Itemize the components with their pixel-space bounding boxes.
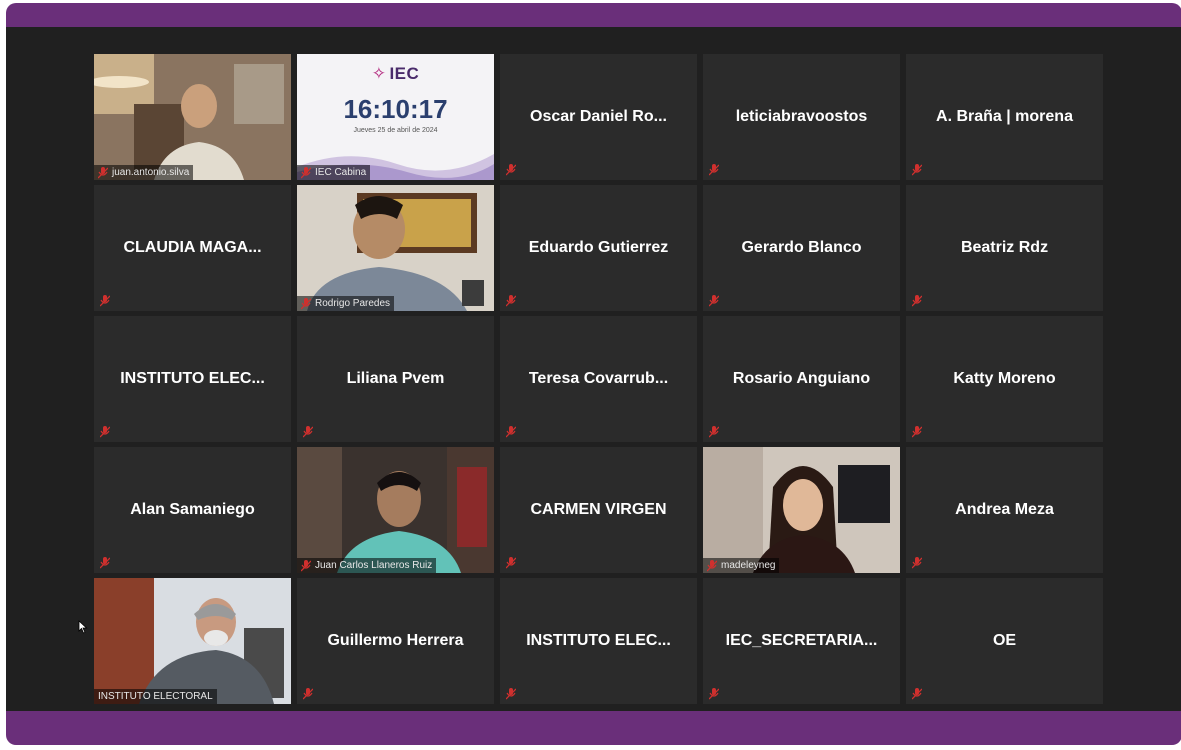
participant-name-label: IEC Cabina xyxy=(297,165,371,180)
participant-name: Guillermo Herrera xyxy=(327,632,464,649)
participant-name: OE xyxy=(992,632,1017,649)
participant-name: INSTITUTO ELEC... xyxy=(526,632,671,649)
participant-tile[interactable]: Teresa Covarrub... xyxy=(500,316,697,442)
microphone-muted-icon xyxy=(506,688,516,700)
participant-tile[interactable]: CARMEN VIRGEN xyxy=(500,447,697,573)
participant-name: Alan Samaniego xyxy=(130,501,255,518)
microphone-muted-icon xyxy=(301,298,311,310)
microphone-muted-icon xyxy=(98,167,108,179)
participant-video xyxy=(94,54,291,180)
participant-name: Rodrigo Paredes xyxy=(315,298,391,309)
participant-name: Eduardo Gutierrez xyxy=(528,239,669,256)
microphone-muted-icon xyxy=(301,167,311,179)
microphone-muted-icon xyxy=(100,295,110,307)
participant-name: IEC_SECRETARIA... xyxy=(725,632,878,649)
microphone-muted-icon xyxy=(303,426,313,438)
participant-name: Andrea Meza xyxy=(955,501,1054,518)
participant-name: INSTITUTO ELEC... xyxy=(120,370,265,387)
participant-name: Oscar Daniel Ro... xyxy=(530,108,667,125)
participant-name: Rosario Anguiano xyxy=(732,370,871,387)
participant-tile[interactable]: Gerardo Blanco xyxy=(703,185,900,311)
participant-tile[interactable]: OE xyxy=(906,578,1103,704)
clock-date: Jueves 25 de abril de 2024 xyxy=(353,127,438,134)
participant-tile[interactable]: Liliana Pvem xyxy=(297,316,494,442)
participant-name: IEC Cabina xyxy=(315,167,367,178)
microphone-muted-icon xyxy=(301,560,311,572)
participant-name: Katty Moreno xyxy=(953,370,1056,387)
iec-logo-text: IEC xyxy=(389,64,420,83)
participant-tile[interactable]: IEC_SECRETARIA... xyxy=(703,578,900,704)
participant-name-label: INSTITUTO ELECTORAL xyxy=(94,689,217,704)
participant-name: Gerardo Blanco xyxy=(741,239,862,256)
participant-video xyxy=(703,447,900,573)
participant-tile[interactable]: CLAUDIA MAGA... xyxy=(94,185,291,311)
participant-video xyxy=(297,447,494,573)
microphone-muted-icon xyxy=(912,164,922,176)
microphone-muted-icon xyxy=(506,426,516,438)
participant-video xyxy=(94,578,291,704)
microphone-muted-icon xyxy=(912,426,922,438)
participant-tile[interactable]: Oscar Daniel Ro... xyxy=(500,54,697,180)
mouse-pointer-icon xyxy=(78,620,88,634)
microphone-muted-icon xyxy=(100,557,110,569)
microphone-muted-icon xyxy=(506,557,516,569)
participant-name-label: juan.antonio.silva xyxy=(94,165,194,180)
participant-name-label: Rodrigo Paredes xyxy=(297,296,395,311)
participant-tile[interactable]: INSTITUTO ELEC... xyxy=(94,316,291,442)
participant-name: madeleyneg xyxy=(721,560,776,571)
participant-tile[interactable]: Eduardo Gutierrez xyxy=(500,185,697,311)
participant-tile[interactable]: leticiabravoostos xyxy=(703,54,900,180)
participant-tile[interactable]: Guillermo Herrera xyxy=(297,578,494,704)
participant-tile[interactable]: juan.antonio.silva xyxy=(94,54,291,180)
active-speaker-tile[interactable]: madeleyneg xyxy=(703,447,900,573)
participant-name-label: Juan Carlos Llaneros Ruiz xyxy=(297,558,437,573)
clock-display: ✧ IEC 16:10:17 Jueves 25 de abril de 2024 xyxy=(297,54,494,180)
microphone-muted-icon xyxy=(912,295,922,307)
participant-name-label: madeleyneg xyxy=(703,558,780,573)
microphone-muted-icon xyxy=(303,688,313,700)
iec-logo: ✧ IEC xyxy=(297,64,494,84)
participant-grid: juan.antonio.silva ✧ IEC 16:10:17 Jueves … xyxy=(94,54,1103,706)
participant-name: Liliana Pvem xyxy=(346,370,445,387)
participant-name: CARMEN VIRGEN xyxy=(530,501,667,518)
participant-tile[interactable]: Beatriz Rdz xyxy=(906,185,1103,311)
participant-name: Teresa Covarrub... xyxy=(528,370,669,387)
participant-name: Beatriz Rdz xyxy=(960,239,1049,256)
participant-tile[interactable]: INSTITUTO ELECTORAL xyxy=(94,578,291,704)
microphone-muted-icon xyxy=(709,164,719,176)
participant-name: A. Braña | morena xyxy=(936,108,1073,125)
window-frame: juan.antonio.silva ✧ IEC 16:10:17 Jueves … xyxy=(6,3,1181,745)
microphone-muted-icon xyxy=(100,426,110,438)
participant-name: juan.antonio.silva xyxy=(112,167,190,178)
clock-time: 16:10:17 xyxy=(343,94,448,124)
participant-video xyxy=(297,185,494,311)
iec-logo-icon: ✧ xyxy=(371,64,387,83)
participant-tile[interactable]: Katty Moreno xyxy=(906,316,1103,442)
microphone-muted-icon xyxy=(912,557,922,569)
participant-name: leticiabravoostos xyxy=(735,108,868,125)
participant-tile[interactable]: Juan Carlos Llaneros Ruiz xyxy=(297,447,494,573)
participant-tile[interactable]: INSTITUTO ELEC... xyxy=(500,578,697,704)
participant-tile[interactable]: Andrea Meza xyxy=(906,447,1103,573)
participant-tile[interactable]: A. Braña | morena xyxy=(906,54,1103,180)
microphone-muted-icon xyxy=(506,295,516,307)
participant-tile[interactable]: ✧ IEC 16:10:17 Jueves 25 de abril de 2024… xyxy=(297,54,494,180)
microphone-muted-icon xyxy=(709,688,719,700)
microphone-muted-icon xyxy=(709,426,719,438)
microphone-muted-icon xyxy=(506,164,516,176)
microphone-muted-icon xyxy=(709,295,719,307)
participant-name: INSTITUTO ELECTORAL xyxy=(98,691,213,702)
participant-name: Juan Carlos Llaneros Ruiz xyxy=(315,560,433,571)
participant-tile[interactable]: Rosario Anguiano xyxy=(703,316,900,442)
participant-tile[interactable]: Alan Samaniego xyxy=(94,447,291,573)
microphone-muted-icon xyxy=(707,560,717,572)
participant-tile[interactable]: Rodrigo Paredes xyxy=(297,185,494,311)
video-gallery: juan.antonio.silva ✧ IEC 16:10:17 Jueves … xyxy=(6,27,1181,711)
microphone-muted-icon xyxy=(912,688,922,700)
participant-name: CLAUDIA MAGA... xyxy=(123,239,262,256)
